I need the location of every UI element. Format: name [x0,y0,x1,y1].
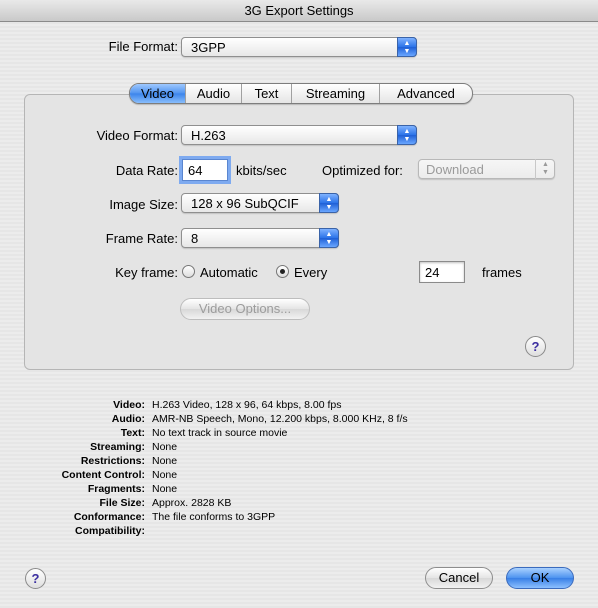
key-frame-interval-input[interactable]: 24 [419,261,465,283]
image-size-popup[interactable]: 128 x 96 SubQCIF ▲ ▼ [181,193,339,213]
summary-key: Conformance: [73,511,145,523]
tab-bar: Video Audio Text Streaming Advanced [129,83,473,104]
video-format-popup[interactable]: H.263 ▲ ▼ [181,125,417,145]
frame-rate-value: 8 [191,231,199,246]
summary-value: None [152,469,178,481]
tab-audio[interactable]: Audio [186,84,242,103]
popup-arrows-icon: ▲ ▼ [397,37,417,57]
image-size-value: 128 x 96 SubQCIF [191,196,299,211]
summary-value: AMR-NB Speech, Mono, 12.200 kbps, 8.000 … [152,413,408,425]
popup-arrows-icon: ▲ ▼ [535,159,555,179]
ok-button[interactable]: OK [506,567,574,589]
tab-text[interactable]: Text [242,84,292,103]
optimized-for-label: Optimized for: [322,163,403,178]
popup-arrows-icon: ▲ ▼ [319,228,339,248]
data-rate-input[interactable]: 64 [182,159,228,181]
summary-key: File Size: [99,497,145,509]
data-rate-label: Data Rate: [115,163,178,178]
summary-value: None [152,441,178,453]
dialog-help-icon[interactable]: ? [25,568,46,589]
tab-streaming[interactable]: Streaming [292,84,380,103]
summary-key: Compatibility: [75,525,145,537]
cancel-button[interactable]: Cancel [425,567,493,589]
file-format-label: File Format: [108,39,178,54]
summary-value: No text track in source movie [152,427,288,439]
optimized-for-value: Download [426,162,484,177]
key-frame-automatic-label: Automatic [200,265,258,280]
key-frame-unit: frames [482,265,522,280]
file-format-popup[interactable]: 3GPP ▲ ▼ [181,37,417,57]
summary-value: None [152,455,178,467]
tab-advanced[interactable]: Advanced [380,84,472,103]
frame-rate-label: Frame Rate: [105,231,178,246]
video-format-value: H.263 [191,128,226,143]
summary-value: The file conforms to 3GPP [152,511,276,523]
summary-value: Approx. 2828 KB [152,497,232,509]
summary-key: Text: [120,427,145,439]
video-format-label: Video Format: [96,128,178,143]
file-format-value: 3GPP [191,40,226,55]
key-frame-automatic-radio[interactable] [182,265,195,278]
summary-value: None [152,483,178,495]
key-frame-label: Key frame: [115,265,178,280]
key-frame-every-radio[interactable] [276,265,289,278]
help-icon[interactable]: ? [525,336,546,357]
data-rate-unit: kbits/sec [236,163,287,178]
summary-key: Content Control: [61,469,145,481]
optimized-for-popup: Download ▲ ▼ [418,159,555,179]
tab-video[interactable]: Video [130,84,186,103]
summary-key: Streaming: [90,441,145,453]
window-title: 3G Export Settings [0,0,598,22]
popup-arrows-icon: ▲ ▼ [319,193,339,213]
image-size-label: Image Size: [109,197,178,212]
key-frame-every-label: Every [294,265,328,280]
frame-rate-popup[interactable]: 8 ▲ ▼ [181,228,339,248]
video-options-button[interactable]: Video Options... [180,298,310,320]
summary-value: H.263 Video, 128 x 96, 64 kbps, 8.00 fps [152,399,342,411]
summary-key: Video: [113,399,145,411]
summary-key: Audio: [111,413,145,425]
summary-key: Fragments: [87,483,145,495]
popup-arrows-icon: ▲ ▼ [397,125,417,145]
summary-key: Restrictions: [80,455,145,467]
